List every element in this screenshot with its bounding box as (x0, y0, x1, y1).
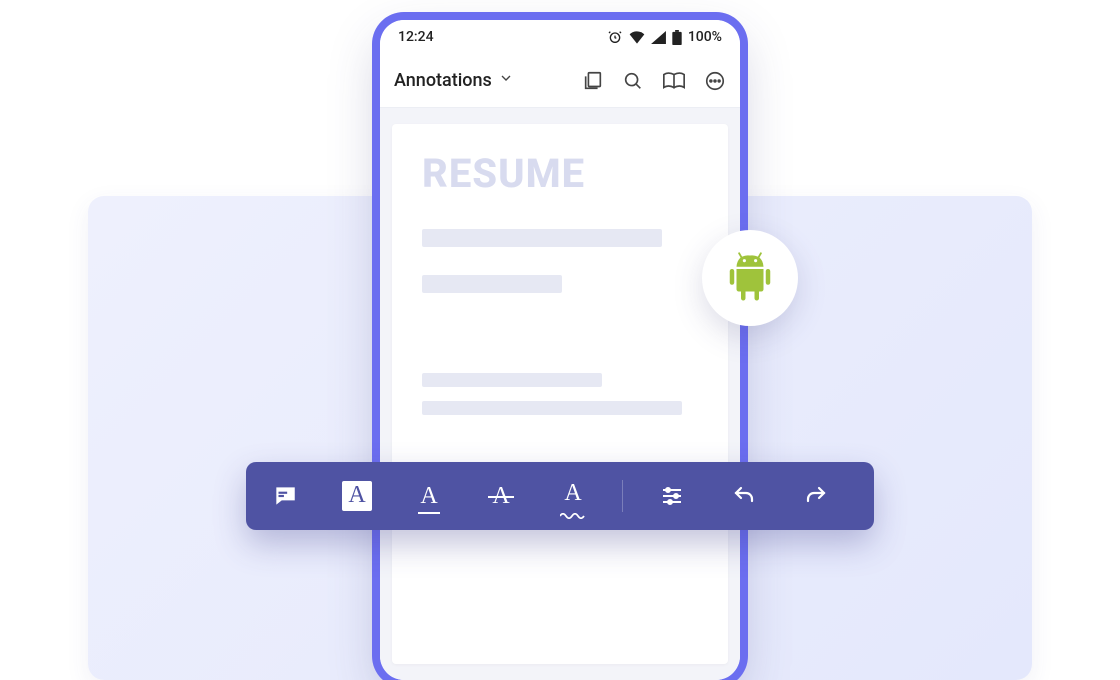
signal-icon (651, 31, 666, 44)
toolbar-divider (622, 480, 623, 512)
status-indicators: 100% (607, 29, 722, 45)
redo-button[interactable] (799, 479, 833, 513)
sliders-button[interactable] (655, 479, 689, 513)
document-page: RESUME (392, 124, 728, 664)
text-placeholder (422, 401, 682, 415)
more-icon[interactable] (704, 70, 726, 92)
search-icon[interactable] (622, 70, 644, 92)
battery-icon (672, 30, 682, 45)
android-badge (702, 230, 798, 326)
mode-dropdown[interactable]: Annotations (394, 70, 574, 91)
chevron-down-icon (498, 70, 514, 91)
text-placeholder (422, 229, 662, 247)
document-heading: RESUME (422, 150, 698, 197)
wifi-icon (629, 30, 645, 44)
highlight-button[interactable]: A (340, 479, 374, 513)
status-bar: 12:24 100% (380, 20, 740, 54)
phone-frame: 12:24 100% Annotations (380, 20, 740, 680)
battery-percent: 100% (688, 29, 722, 45)
status-time: 12:24 (398, 29, 434, 45)
alarm-icon (607, 29, 623, 45)
comment-button[interactable] (268, 479, 302, 513)
document-viewport[interactable]: RESUME (380, 108, 740, 680)
strikethrough-button[interactable]: A (484, 479, 518, 513)
text-placeholder (422, 275, 562, 293)
thumbnails-icon[interactable] (582, 70, 604, 92)
mode-label: Annotations (394, 70, 492, 91)
reader-icon[interactable] (662, 70, 686, 92)
squiggle-button[interactable]: A (556, 479, 590, 513)
app-bar: Annotations (380, 54, 740, 108)
annotation-toolbar: A A A A (246, 462, 874, 530)
android-icon (723, 251, 777, 305)
text-placeholder (422, 373, 602, 387)
undo-button[interactable] (727, 479, 761, 513)
underline-button[interactable]: A (412, 479, 446, 513)
